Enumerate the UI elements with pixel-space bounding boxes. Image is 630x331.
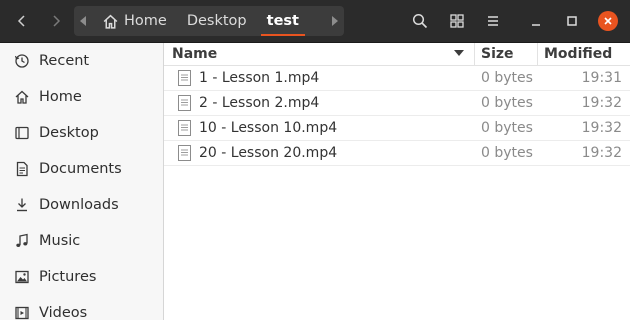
grid-icon [450, 14, 464, 28]
table-row[interactable]: 20 - Lesson 20.mp4 0 bytes 19:32 [164, 141, 630, 166]
sidebar-item-label: Recent [39, 53, 90, 69]
crumb-desktop[interactable]: Desktop [177, 6, 257, 36]
sidebar-item-label: Downloads [39, 197, 119, 213]
column-header-modified[interactable]: Modified [538, 43, 630, 65]
file-name: 1 - Lesson 1.mp4 [199, 70, 320, 86]
file-size: 0 bytes [481, 95, 533, 111]
file-name: 2 - Lesson 2.mp4 [199, 95, 320, 111]
file-name: 10 - Lesson 10.mp4 [199, 120, 338, 136]
sidebar-item-downloads[interactable]: Downloads [0, 187, 163, 223]
home-icon [15, 90, 29, 104]
column-header-name[interactable]: Name [164, 43, 475, 65]
desktop-icon [15, 126, 29, 140]
file-name-cell: 2 - Lesson 2.mp4 [164, 95, 475, 111]
clock-icon [14, 54, 29, 68]
sidebar-item-videos[interactable]: Videos [0, 295, 163, 331]
file-size: 0 bytes [481, 70, 533, 86]
sidebar: Recent Home Desktop Documents Downloads … [0, 43, 164, 321]
search-icon [412, 13, 428, 29]
file-size: 0 bytes [481, 145, 533, 161]
sidebar-item-label: Music [39, 233, 81, 249]
path-scroll-left-button[interactable] [74, 6, 92, 36]
picture-icon [15, 270, 29, 284]
path-scroll-right-button[interactable] [326, 6, 344, 36]
back-button[interactable] [8, 7, 36, 35]
table-row[interactable]: 2 - Lesson 2.mp4 0 bytes 19:32 [164, 91, 630, 116]
search-button[interactable] [406, 7, 434, 35]
sidebar-item-label: Documents [39, 161, 122, 177]
sidebar-item-recent[interactable]: Recent [0, 43, 163, 79]
sidebar-item-pictures[interactable]: Pictures [0, 259, 163, 295]
crumb-desktop-label: Desktop [186, 13, 247, 29]
file-name: 20 - Lesson 20.mp4 [199, 145, 338, 161]
maximize-button[interactable] [558, 7, 586, 35]
document-icon [16, 161, 28, 177]
file-name-cell: 1 - Lesson 1.mp4 [164, 70, 475, 86]
file-modified: 19:32 [581, 120, 622, 136]
hamburger-menu-icon [488, 16, 498, 26]
chevron-left-icon [17, 15, 25, 27]
forward-button[interactable] [42, 7, 70, 35]
sidebar-item-label: Desktop [39, 125, 99, 141]
file-modified: 19:32 [581, 145, 622, 161]
chevron-right-icon [53, 15, 61, 27]
column-header-size-label: Size [481, 46, 514, 62]
column-header-row: Name Size Modified [164, 43, 630, 66]
video-file-icon [178, 120, 191, 136]
sidebar-item-label: Pictures [39, 269, 97, 285]
music-icon [16, 233, 28, 247]
close-button[interactable] [594, 7, 622, 35]
home-icon [103, 14, 118, 29]
crumb-test-label: test [266, 13, 299, 29]
sidebar-item-label: Videos [39, 305, 88, 321]
sidebar-item-documents[interactable]: Documents [0, 151, 163, 187]
table-row[interactable]: 10 - Lesson 10.mp4 0 bytes 19:32 [164, 116, 630, 141]
download-icon [17, 198, 27, 212]
view-grid-button[interactable] [443, 7, 471, 35]
file-name-cell: 20 - Lesson 20.mp4 [164, 145, 475, 161]
file-modified: 19:31 [581, 70, 622, 86]
crumb-test[interactable]: test [257, 6, 309, 36]
video-file-icon [178, 95, 191, 111]
close-icon [604, 17, 612, 25]
file-name-cell: 10 - Lesson 10.mp4 [164, 120, 475, 136]
column-header-size[interactable]: Size [475, 43, 538, 65]
video-icon [15, 306, 29, 320]
table-row[interactable]: 1 - Lesson 1.mp4 0 bytes 19:31 [164, 66, 630, 91]
close-circle [598, 11, 618, 31]
minimize-button[interactable] [522, 7, 550, 35]
sidebar-item-home[interactable]: Home [0, 79, 163, 115]
triangle-left-icon [80, 16, 86, 26]
header-bar: Home Desktop test [0, 0, 630, 43]
sidebar-item-music[interactable]: Music [0, 223, 163, 259]
path-bar: Home Desktop test [74, 6, 344, 36]
minimize-icon [532, 24, 540, 26]
file-modified: 19:32 [581, 95, 622, 111]
video-file-icon [178, 70, 191, 86]
maximize-icon [567, 16, 577, 26]
sidebar-item-desktop[interactable]: Desktop [0, 115, 163, 151]
video-file-icon [178, 145, 191, 161]
column-header-modified-label: Modified [544, 46, 613, 62]
file-size: 0 bytes [481, 120, 533, 136]
file-list: Name Size Modified 1 - Lesson 1.mp4 0 by… [164, 43, 630, 320]
menu-button[interactable] [479, 7, 507, 35]
crumb-home[interactable]: Home [92, 6, 177, 36]
sort-descending-icon [454, 50, 464, 56]
column-header-name-label: Name [172, 46, 218, 62]
triangle-right-icon [332, 16, 338, 26]
sidebar-item-label: Home [39, 89, 82, 105]
crumb-home-label: Home [124, 13, 167, 29]
